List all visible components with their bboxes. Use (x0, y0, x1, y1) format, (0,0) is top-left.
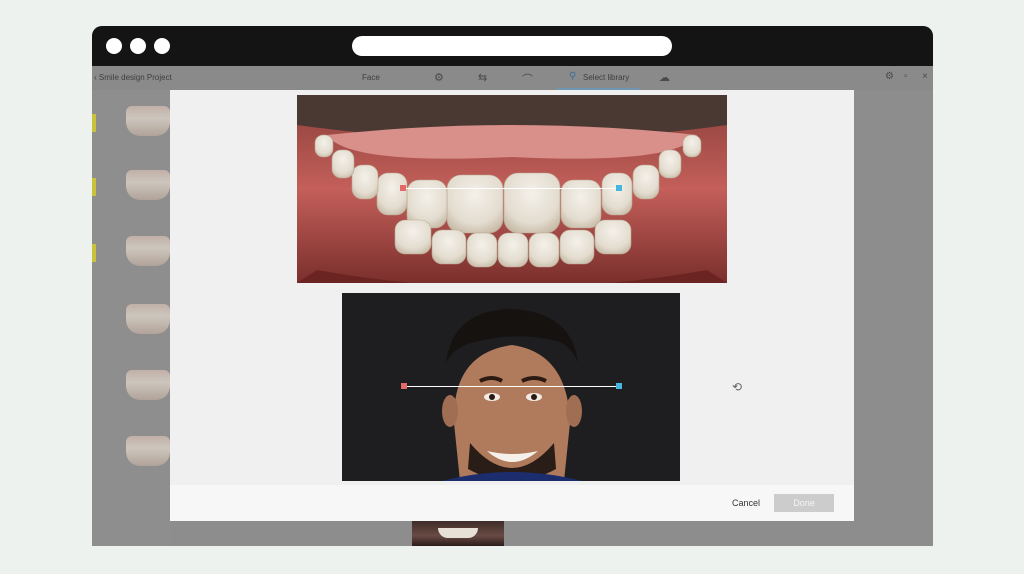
reference-line (405, 386, 620, 387)
gear-icon[interactable]: ⚙ (885, 71, 894, 82)
arch-icon[interactable]: ⌒ (522, 71, 533, 87)
back-label: Smile design Project (98, 73, 172, 82)
cancel-button[interactable]: Cancel (732, 498, 760, 508)
window-dot[interactable] (106, 38, 122, 54)
intraoral-photo-image (297, 95, 727, 283)
back-link[interactable]: ‹ Smile design Project (94, 73, 172, 82)
search-icon: ⚲ (569, 71, 577, 82)
cloud-icon[interactable]: ☁ (659, 71, 670, 84)
teeth-thumbnail-image (126, 304, 170, 334)
teeth-thumbnail-image (126, 170, 170, 200)
toolbar-center-label[interactable]: Face (362, 73, 380, 82)
library-thumbnail[interactable] (92, 354, 170, 416)
reference-line (405, 188, 620, 189)
face-photo-image (342, 293, 680, 481)
reference-point-left[interactable] (401, 383, 407, 389)
reference-point-right[interactable] (616, 185, 622, 191)
teeth-thumbnail-image (126, 106, 170, 136)
dialog-footer: Cancel Done (170, 485, 854, 521)
address-bar[interactable] (352, 36, 672, 56)
selection-marker (92, 178, 96, 196)
selection-marker (92, 114, 96, 132)
smile-preview-thumbnail[interactable] (412, 520, 504, 546)
calibration-dialog: ⟲ Cancel Done (170, 90, 854, 521)
teeth-thumbnail-image (126, 370, 170, 400)
library-sidebar (92, 90, 170, 546)
browser-titlebar (92, 26, 933, 66)
library-thumbnail[interactable] (92, 420, 170, 482)
library-thumbnail[interactable] (92, 288, 170, 350)
app-toolbar: ‹ Smile design Project Face ⚙ ⇆ ⌒ ⚲ Sele… (92, 66, 933, 90)
reference-point-right[interactable] (616, 383, 622, 389)
tab-select-library[interactable]: ⚲ Select library (557, 66, 639, 90)
library-thumbnail[interactable] (92, 220, 170, 282)
intraoral-photo (297, 95, 727, 283)
adjust-icon[interactable]: ⚙ (434, 71, 444, 84)
library-thumbnail[interactable] (92, 90, 170, 152)
teeth-thumbnail-image (126, 436, 170, 466)
done-button[interactable]: Done (774, 494, 834, 512)
tab-select-library-label: Select library (583, 73, 630, 82)
reference-point-left[interactable] (400, 185, 406, 191)
ruler-icon[interactable]: ⇆ (478, 71, 487, 84)
teeth-thumbnail-image (126, 236, 170, 266)
face-photo (342, 293, 680, 481)
library-thumbnail[interactable] (92, 154, 170, 216)
window-dot[interactable] (154, 38, 170, 54)
close-icon[interactable]: × (922, 71, 928, 82)
selection-marker (92, 244, 96, 262)
minimize-icon[interactable]: ▫ (904, 71, 908, 82)
window-dot[interactable] (130, 38, 146, 54)
rotate-icon[interactable]: ⟲ (730, 380, 744, 394)
